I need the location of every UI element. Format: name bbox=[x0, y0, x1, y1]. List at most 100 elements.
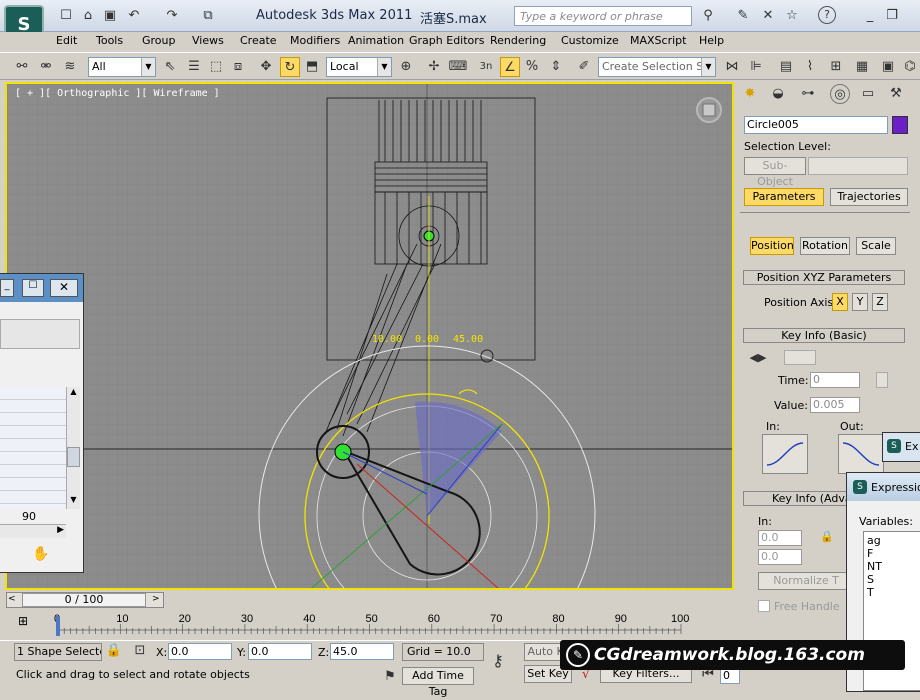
manipulate-icon[interactable]: ✢ bbox=[424, 57, 444, 77]
minimize-button[interactable]: _ bbox=[860, 6, 880, 26]
favorites-star-icon[interactable]: ☆ bbox=[782, 6, 802, 26]
sub-object-dropdown[interactable] bbox=[808, 157, 908, 175]
project-folder-icon[interactable]: ⧉ bbox=[198, 6, 218, 26]
object-color-swatch[interactable] bbox=[892, 116, 908, 134]
help-icon[interactable]: ? bbox=[818, 6, 836, 24]
open-file-icon[interactable]: ⌂ bbox=[78, 6, 98, 26]
create-tab-icon[interactable]: ✸ bbox=[740, 84, 760, 104]
redo-icon[interactable]: ↷ bbox=[162, 6, 182, 26]
expression-window-back[interactable]: S Ex bbox=[882, 432, 920, 462]
material-editor-icon[interactable]: ▦ bbox=[852, 57, 872, 77]
menu-group[interactable]: Group bbox=[142, 34, 176, 47]
unlink-icon[interactable]: ⚮ bbox=[36, 57, 56, 77]
horizontal-scrollbar[interactable]: ▶ bbox=[0, 524, 66, 538]
viewport-label[interactable]: [ + ][ Orthographic ][ Wireframe ] bbox=[15, 88, 220, 99]
scroll-right-icon[interactable]: ▶ bbox=[57, 525, 64, 535]
vertical-scrollbar[interactable]: ▲ ▼ bbox=[66, 387, 80, 509]
percent-snap-icon[interactable]: % bbox=[522, 57, 542, 77]
scroll-down-icon[interactable]: ▼ bbox=[67, 495, 80, 509]
reference-coord-dropdown[interactable]: Local ▼ bbox=[326, 57, 392, 77]
display-tab-icon[interactable]: ▭ bbox=[858, 84, 878, 104]
z-coord-field[interactable]: 45.0 bbox=[330, 643, 394, 660]
pivot-center-icon[interactable]: ⊕ bbox=[396, 57, 416, 77]
value-spinner[interactable]: 0.005 bbox=[810, 397, 860, 413]
rect-selection-icon[interactable]: ⬚ bbox=[206, 57, 226, 77]
key-mode-icon[interactable]: ⚷ bbox=[488, 651, 508, 671]
viewport-orthographic[interactable]: [ + ][ Orthographic ][ Wireframe ] 10.00… bbox=[5, 82, 734, 590]
menu-help[interactable]: Help bbox=[699, 34, 724, 47]
time-tag-icon[interactable]: ⚑ bbox=[380, 667, 400, 687]
hierarchy-tab-icon[interactable]: ⊶ bbox=[798, 84, 818, 104]
scale-icon[interactable]: ⬒ bbox=[302, 57, 322, 77]
selection-filter-dropdown[interactable]: All ▼ bbox=[88, 57, 156, 77]
menu-modifiers[interactable]: Modifiers bbox=[290, 34, 340, 47]
tab-parameters[interactable]: Parameters bbox=[744, 188, 824, 206]
list-item[interactable]: NT bbox=[867, 560, 917, 573]
position-button[interactable]: Position bbox=[750, 237, 794, 255]
binoculars-icon[interactable]: ⚲ bbox=[698, 6, 718, 26]
sub-object-button[interactable]: Sub-Object bbox=[744, 157, 806, 188]
time-slider-thumb[interactable]: 0 / 100 bbox=[22, 593, 146, 607]
adv-in-spinner-2[interactable]: 0.0 bbox=[758, 549, 802, 565]
rollout-key-info-basic[interactable]: Key Info (Basic) bbox=[743, 328, 905, 343]
bind-space-warp-icon[interactable]: ≋ bbox=[60, 57, 80, 77]
time-slider[interactable]: < 0 / 100 > bbox=[0, 590, 740, 610]
scroll-up-icon[interactable]: ▲ bbox=[67, 387, 80, 401]
time-spinner[interactable]: 0 bbox=[810, 372, 860, 388]
menu-animation[interactable]: Animation bbox=[348, 34, 404, 47]
motion-tab-icon[interactable]: ◎ bbox=[830, 84, 850, 104]
menu-customize[interactable]: Customize bbox=[561, 34, 619, 47]
minimize-button[interactable]: _ bbox=[0, 279, 14, 297]
menu-edit[interactable]: Edit bbox=[56, 34, 77, 47]
absolute-mode-icon[interactable]: ⊡ bbox=[130, 641, 150, 661]
menu-create[interactable]: Create bbox=[240, 34, 277, 47]
rollout-position-xyz[interactable]: Position XYZ Parameters bbox=[743, 270, 905, 285]
prev-frame-icon[interactable]: < bbox=[8, 594, 16, 604]
angle-snap-icon[interactable]: ∠ bbox=[500, 57, 520, 77]
curve-editor-icon[interactable]: ⌇ bbox=[800, 57, 820, 77]
list-item[interactable]: S bbox=[867, 573, 917, 586]
list-item[interactable]: T bbox=[867, 586, 917, 599]
restore-button[interactable]: ❐ bbox=[882, 6, 902, 26]
menu-maxscript[interactable]: MAXScript bbox=[630, 34, 686, 47]
named-selection-dropdown[interactable]: Create Selection Se ▼ bbox=[598, 57, 716, 77]
normalize-time-button[interactable]: Normalize T bbox=[758, 572, 854, 590]
in-tangent-button[interactable] bbox=[762, 434, 808, 474]
subscription-icon[interactable]: ✎ bbox=[733, 6, 753, 26]
axis-z-button[interactable]: Z bbox=[872, 293, 888, 311]
layer-manager-icon[interactable]: ▤ bbox=[776, 57, 796, 77]
current-frame-marker[interactable] bbox=[56, 616, 60, 636]
out-tangent-button[interactable] bbox=[838, 434, 884, 474]
edit-named-sets-icon[interactable]: ✐ bbox=[574, 57, 594, 77]
undo-icon[interactable]: ↶ bbox=[124, 6, 144, 26]
tab-trajectories[interactable]: Trajectories bbox=[830, 188, 908, 206]
maximize-button[interactable]: ☐ bbox=[22, 279, 44, 297]
align-icon[interactable]: ⊫ bbox=[746, 57, 766, 77]
select-by-name-icon[interactable]: ☰ bbox=[184, 57, 204, 77]
data-grid[interactable] bbox=[0, 387, 66, 509]
scroll-thumb[interactable] bbox=[67, 447, 80, 467]
rotation-button[interactable]: Rotation bbox=[800, 237, 850, 255]
move-icon[interactable]: ✥ bbox=[256, 57, 276, 77]
snap-toggle-icon[interactable]: 3n bbox=[476, 57, 496, 77]
lock-icon[interactable]: 🔒 bbox=[820, 530, 834, 543]
menu-views[interactable]: Views bbox=[192, 34, 224, 47]
key-number-field[interactable] bbox=[784, 350, 816, 365]
pan-hand-icon[interactable]: ✋ bbox=[32, 546, 49, 562]
utilities-tab-icon[interactable]: ⚒ bbox=[886, 84, 906, 104]
object-name-field[interactable]: Circle005 bbox=[744, 116, 888, 134]
render-icon[interactable]: ⌬ bbox=[900, 57, 920, 77]
axis-x-button[interactable]: X bbox=[832, 293, 848, 311]
list-item[interactable]: ag bbox=[867, 534, 917, 547]
axis-y-button[interactable]: Y bbox=[852, 293, 868, 311]
track-bar[interactable]: ⊞ 0102030405060708090100 bbox=[0, 610, 740, 640]
spinner-snap-icon[interactable]: ⇕ bbox=[546, 57, 566, 77]
lock-selection-icon[interactable]: 🔒 bbox=[104, 641, 124, 661]
menu-tools[interactable]: Tools bbox=[96, 34, 123, 47]
close-button[interactable]: ✕ bbox=[50, 279, 78, 297]
list-item[interactable]: F bbox=[867, 547, 917, 560]
next-frame-icon[interactable]: > bbox=[152, 594, 160, 604]
modify-tab-icon[interactable]: ◒ bbox=[768, 84, 788, 104]
menu-rendering[interactable]: Rendering bbox=[490, 34, 546, 47]
mirror-icon[interactable]: ⋈ bbox=[722, 57, 742, 77]
